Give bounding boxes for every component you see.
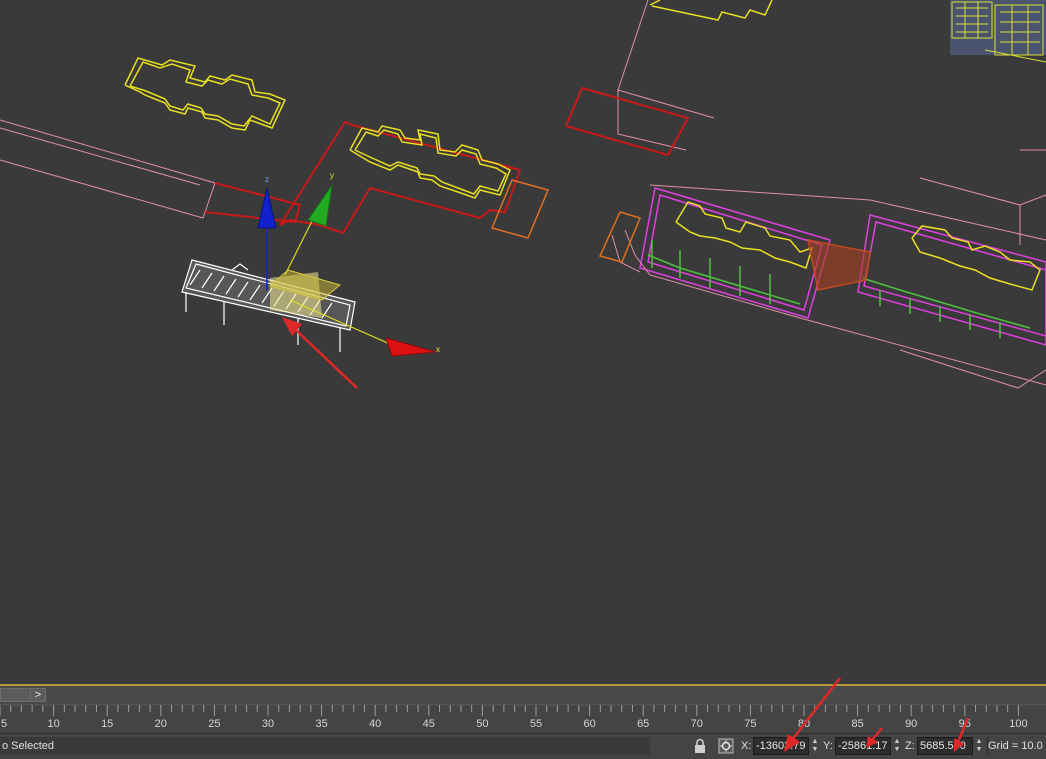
track-tick-label: 65 (637, 718, 650, 730)
scene-wireframes: z y x (0, 0, 1046, 389)
track-tick-label: 100 (1009, 718, 1028, 730)
track-tick-label: 30 (261, 718, 275, 730)
z-coord-input[interactable]: 5685.500 (917, 737, 973, 755)
time-slider-thumb[interactable]: > (0, 688, 46, 702)
selected-object[interactable] (181, 259, 356, 352)
red-rectangle (564, 86, 690, 157)
track-tick-label: 90 (905, 718, 918, 730)
dense-building-top-right (950, 0, 1046, 63)
axis-label-y: y (330, 171, 334, 180)
y-coord-input[interactable]: -25861.17 (835, 737, 891, 755)
track-tick-label: 60 (583, 718, 596, 730)
x-coord-label: X: (741, 740, 752, 752)
axis-label-x: x (436, 345, 440, 354)
track-tick-label: 5 (0, 718, 8, 730)
track-tick-label: 55 (529, 718, 543, 730)
perspective-viewport[interactable]: z y x (0, 0, 1046, 686)
track-tick-label: 70 (690, 718, 703, 730)
track-tick-label: 15 (101, 718, 114, 730)
track-tick-label: 50 (476, 718, 489, 730)
complex-building-right (598, 184, 1046, 386)
track-tick-label: 80 (797, 718, 811, 730)
z-coord-spinner[interactable]: ▲ ▼ (975, 738, 983, 754)
grid-size-readout: Grid = 10.0 (988, 740, 1043, 752)
y-coord-label: Y: (823, 740, 833, 752)
track-bar[interactable]: 5 10 15 20 25 30 35 40 45 50 55 60 65 70 75 80 85 90 95 100 (0, 704, 1046, 733)
road-outlines (0, 0, 1046, 389)
track-tick-label: 45 (422, 718, 435, 730)
track-tick-label: 35 (315, 718, 328, 730)
status-bar: o Selected X: -13603.79 ▲ ▼ Y: -25861.17 … (0, 733, 1046, 758)
track-tick-label: 10 (47, 718, 60, 730)
z-coord-label: Z: (905, 740, 915, 752)
x-coord-spinner[interactable]: ▲ ▼ (811, 738, 819, 754)
y-coord-spinner[interactable]: ▲ ▼ (893, 738, 901, 754)
track-tick-label: 95 (958, 718, 971, 730)
track-tick-label: 20 (154, 718, 167, 730)
track-tick-label: 75 (744, 718, 757, 730)
x-coord-input[interactable]: -13603.79 (753, 737, 809, 755)
building-outline-2 (349, 125, 511, 199)
selection-status-text: o Selected (0, 737, 650, 755)
track-tick-label: 25 (208, 718, 221, 730)
track-tick-label: 40 (369, 718, 382, 730)
axis-label-z: z (265, 175, 269, 184)
top-fragments (649, 0, 773, 21)
building-outline-1 (124, 57, 287, 131)
absolute-mode-icon[interactable] (718, 738, 734, 754)
next-frame-button[interactable]: > (30, 689, 45, 701)
orange-outline (490, 179, 550, 239)
track-tick-label: 85 (851, 718, 864, 730)
time-slider[interactable]: > (0, 686, 1046, 704)
lock-icon[interactable] (692, 738, 708, 754)
